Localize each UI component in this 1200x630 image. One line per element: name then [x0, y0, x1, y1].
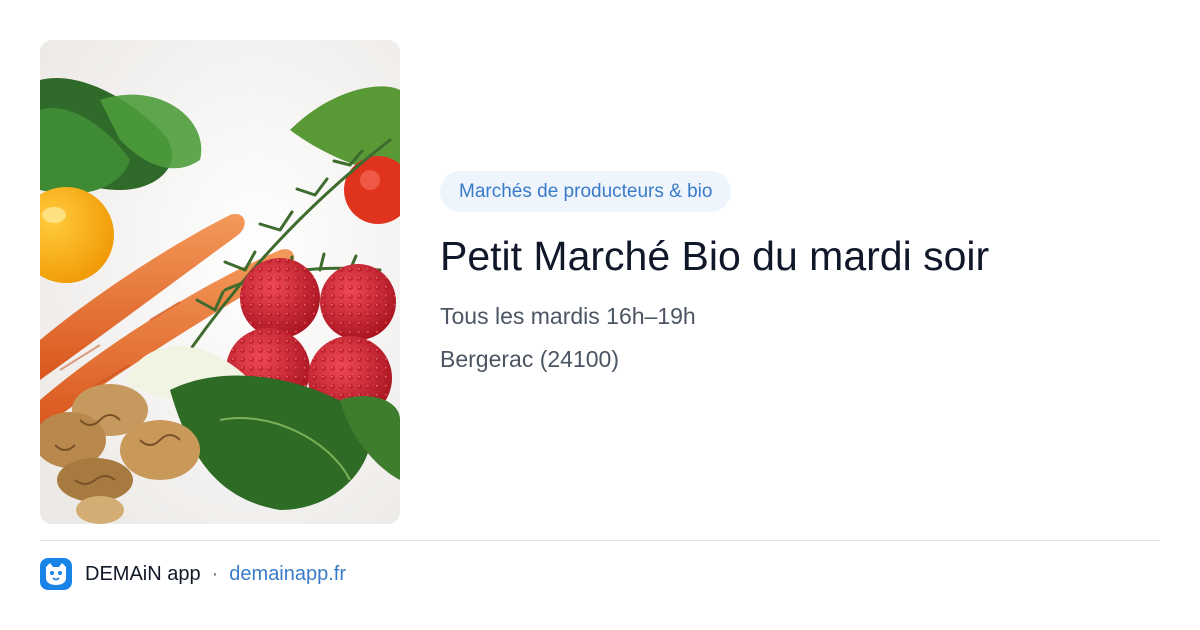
divider: [40, 540, 1160, 541]
app-name: DEMAiN app: [85, 562, 201, 585]
category-badge[interactable]: Marchés de producteurs & bio: [440, 171, 732, 212]
schedule-text: Tous les mardis 16h–19h: [440, 303, 696, 329]
domain-link[interactable]: demainapp.fr: [229, 563, 346, 586]
vegetables-photo: [40, 40, 400, 524]
footer: DEMAiN app · demainapp.fr: [40, 558, 346, 590]
location-text: Bergerac (24100): [440, 346, 619, 372]
page-title: Petit Marché Bio du mardi soir: [440, 233, 990, 279]
demain-logo-icon: [40, 558, 72, 590]
separator: ·: [211, 562, 219, 585]
card-content: Marchés de producteurs & bio Petit March…: [440, 171, 1160, 374]
